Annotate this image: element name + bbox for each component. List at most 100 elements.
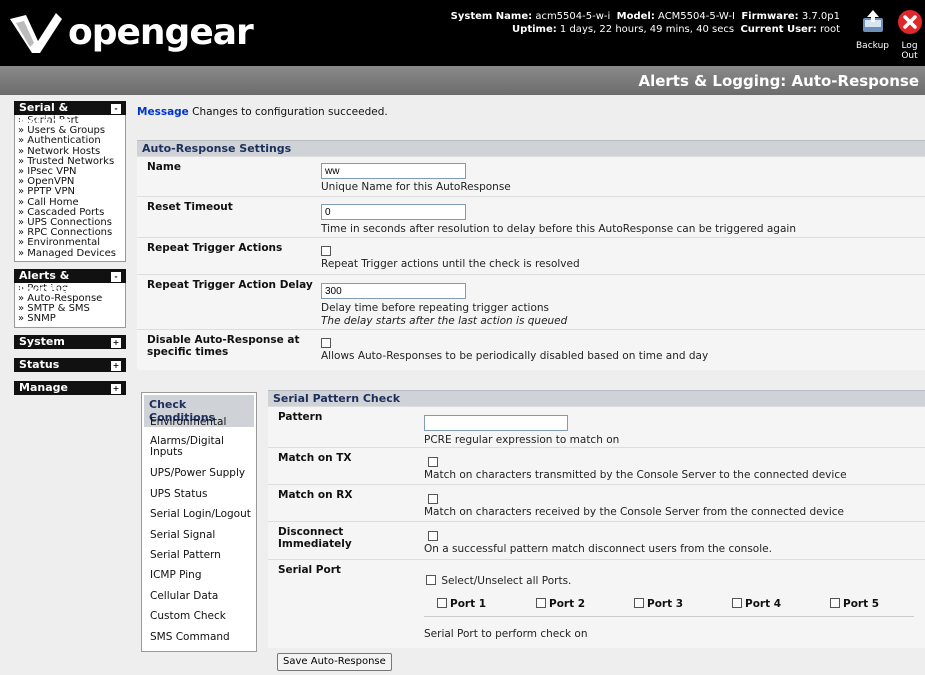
condition-ups-power-supply[interactable]: UPS/Power Supply [150,468,245,479]
repeat-delay-label: Repeat Trigger Action Delay [147,279,313,291]
name-label: Name [147,161,181,173]
repeat-trigger-row: Repeat Trigger Actions Repeat Trigger ac… [137,237,925,274]
section-title: Auto-Response Settings [137,140,925,156]
opengear-logo[interactable]: opengear [8,8,254,58]
firmware-value: 3.7.0p1 [801,11,840,22]
port-5-option[interactable]: Port 5 [830,598,879,610]
port-3-option[interactable]: Port 3 [634,598,683,610]
reset-timeout-input[interactable] [321,204,466,220]
match-rx-checkbox[interactable] [428,494,438,504]
port-1-label: Port 1 [450,598,487,610]
sidebar-section-alerts-logging[interactable]: Alerts & Logging - [14,268,126,296]
condition-serial-signal[interactable]: Serial Signal [150,530,215,541]
repeat-delay-hint: Delay time before repeating trigger acti… [321,302,550,314]
disconnect-checkbox[interactable] [428,531,438,541]
system-name-value: acm5504-5-w-i [535,11,611,22]
disable-times-label-line1: Disable Auto-Response at [147,334,300,346]
pattern-input[interactable] [424,415,568,431]
serial-pattern-check-section: Serial Pattern Check Pattern PCRE regula… [268,390,925,648]
condition-cellular-data[interactable]: Cellular Data [150,591,218,602]
select-all-checkbox[interactable] [426,575,436,585]
repeat-delay-input[interactable] [321,283,466,299]
port-3-checkbox[interactable] [634,598,644,608]
condition-alarms-digital[interactable]: Alarms/Digital Inputs [150,436,224,458]
sidebar-section-manage[interactable]: Manage + [14,380,126,395]
system-name-label: System Name: [450,11,533,22]
reset-timeout-label: Reset Timeout [147,201,233,213]
port-2-option[interactable]: Port 2 [536,598,585,610]
name-hint: Unique Name for this AutoResponse [321,181,511,193]
expand-icon[interactable]: + [111,337,121,348]
section-title: Serial Pattern Check [268,390,925,406]
disconnect-label: Disconnect Immediately [278,526,352,550]
sidebar-section-serial-network[interactable]: Serial & Network - [14,101,126,128]
model-value: ACM5504-5-W-I [658,11,735,22]
sidebar-section-system[interactable]: System + [14,334,126,349]
port-5-checkbox[interactable] [830,598,840,608]
sidebar-section-title: System [19,334,65,348]
repeat-delay-note-text: The delay starts after the last action i… [321,315,568,327]
auto-response-settings-section: Auto-Response Settings Name Unique Name … [137,140,925,370]
match-tx-checkbox[interactable] [428,457,438,467]
expand-icon[interactable]: + [111,383,121,394]
backup-button[interactable]: Backup [856,8,889,51]
select-all-ports[interactable]: Select/Unselect all Ports. [426,575,571,587]
firmware-label: Firmware: [741,11,799,22]
logout-label: Log Out [901,41,918,61]
sidebar-section-title: Status [19,357,60,371]
message-text: Changes to configuration succeeded. [192,106,388,118]
sidebar-item-managed-devices[interactable]: » Managed Devices [18,248,122,259]
disconnect-label-line1: Disconnect [278,526,344,538]
sidebar: Serial & Network - » Serial Port » Users… [14,101,126,404]
reset-timeout-row: Reset Timeout Time in seconds after reso… [137,196,925,237]
current-user-value: root [819,24,840,35]
ports-table: Port 1 Port 2 Port 3 Port 4 Port 5 [424,592,914,617]
reset-timeout-hint: Time in seconds after resolution to dela… [321,223,796,235]
match-tx-hint: Match on characters transmitted by the C… [424,469,847,481]
repeat-trigger-checkbox[interactable] [321,246,331,256]
save-auto-response-button[interactable]: Save Auto-Response [277,653,392,671]
condition-custom-check[interactable]: Custom Check [150,611,226,622]
disconnect-row: Disconnect Immediately On a successful p… [268,521,925,559]
port-4-option[interactable]: Port 4 [732,598,781,610]
logout-button[interactable]: Log Out [894,8,925,61]
port-4-checkbox[interactable] [732,598,742,608]
condition-ups-status[interactable]: UPS Status [150,489,207,500]
condition-icmp-ping[interactable]: ICMP Ping [150,570,202,581]
system-info: System Name: acm5504-5-w-i Model: ACM550… [440,10,840,36]
page-title-band: Alerts & Logging: Auto-Response [0,66,925,95]
model-label: Model: [616,11,655,22]
expand-icon[interactable]: + [111,360,121,371]
condition-serial-login-logout[interactable]: Serial Login/Logout [150,509,251,520]
disconnect-label-line2: Immediately [278,538,352,550]
name-row: Name Unique Name for this AutoResponse [137,156,925,196]
sidebar-item-snmp[interactable]: » SNMP [18,314,122,324]
disable-times-row: Disable Auto-Response at specific times … [137,329,925,370]
repeat-trigger-label: Repeat Trigger Actions [147,242,283,254]
match-tx-label: Match on TX [278,452,352,464]
condition-environmental[interactable]: Environmental [150,417,226,428]
pattern-row: Pattern PCRE regular expression to match… [268,406,925,447]
sidebar-section-title: Manage [19,380,68,394]
serial-port-hint: Serial Port to perform check on [424,628,588,640]
message-label: Message [137,106,189,118]
disable-times-checkbox[interactable] [321,338,331,348]
check-conditions-menu: Check Conditions Environmental Alarms/Di… [141,392,257,652]
condition-sms-command[interactable]: SMS Command [150,632,230,643]
match-tx-row: Match on TX Match on characters transmit… [268,447,925,484]
disable-times-label: Disable Auto-Response at specific times [147,334,300,358]
port-2-checkbox[interactable] [536,598,546,608]
port-1-option[interactable]: Port 1 [437,598,486,610]
port-3-label: Port 3 [647,598,684,610]
status-message: Message Changes to configuration succeed… [137,106,388,118]
name-input[interactable] [321,163,466,179]
collapse-icon[interactable]: - [111,271,121,282]
condition-serial-pattern[interactable]: Serial Pattern [150,550,221,561]
disable-times-label-line2: specific times [147,346,229,358]
backup-label: Backup [856,41,889,51]
collapse-icon[interactable]: - [111,104,121,114]
port-1-checkbox[interactable] [437,598,447,608]
sidebar-section-status[interactable]: Status + [14,357,126,372]
select-all-label: Select/Unselect all Ports. [441,575,572,587]
logout-icon [897,10,922,34]
